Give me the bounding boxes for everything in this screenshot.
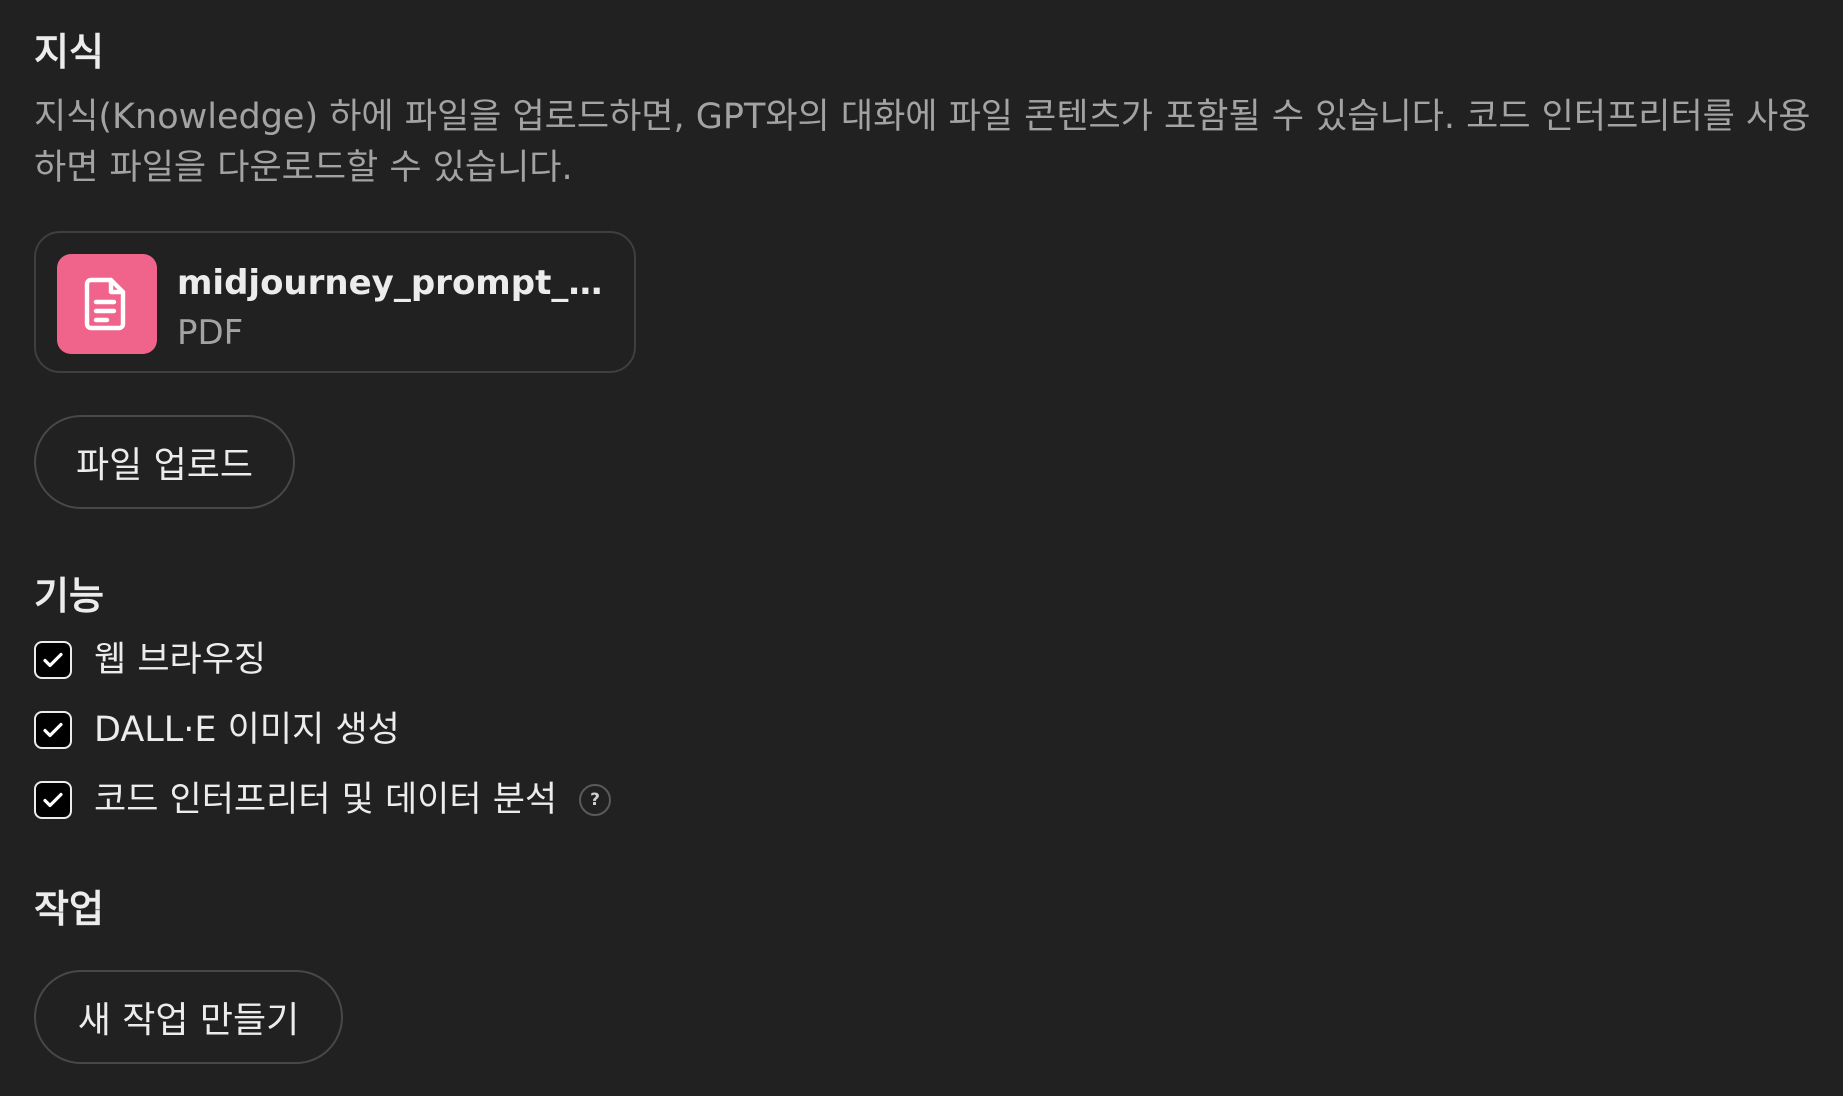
checkmark-icon (43, 652, 63, 668)
checkbox-dalle[interactable] (34, 711, 72, 749)
checkbox-code-interpreter[interactable] (34, 781, 72, 819)
file-type: PDF (177, 313, 244, 353)
upload-file-button[interactable]: 파일 업로드 (34, 415, 295, 509)
document-icon (57, 254, 157, 354)
help-icon[interactable]: ? (579, 784, 612, 816)
checkmark-icon (43, 792, 63, 808)
actions-section-title: 작업 (34, 887, 104, 931)
knowledge-section-title: 지식 (34, 30, 104, 74)
checkmark-icon (43, 722, 63, 738)
capability-dalle-image-generation[interactable]: DALL·E 이미지 생성 (34, 710, 400, 750)
knowledge-description: 지식(Knowledge) 하에 파일을 업로드하면, GPT와의 대화에 파일… (34, 97, 1811, 188)
capability-web-browsing[interactable]: 웹 브라우징 (34, 640, 266, 680)
checkbox-web-browsing[interactable] (34, 641, 72, 679)
capability-label: DALL·E 이미지 생성 (94, 709, 400, 750)
file-name: midjourney_prompt_source.pdf (177, 263, 617, 303)
uploaded-file-card[interactable]: midjourney_prompt_source.pdf PDF (34, 231, 636, 373)
capability-label: 코드 인터프리터 및 데이터 분석 (94, 779, 558, 820)
capabilities-section-title: 기능 (34, 574, 104, 618)
capability-label: 웹 브라우징 (94, 639, 267, 680)
create-new-action-button[interactable]: 새 작업 만들기 (34, 970, 343, 1064)
capability-code-interpreter[interactable]: 코드 인터프리터 및 데이터 분석 ? (34, 779, 612, 820)
